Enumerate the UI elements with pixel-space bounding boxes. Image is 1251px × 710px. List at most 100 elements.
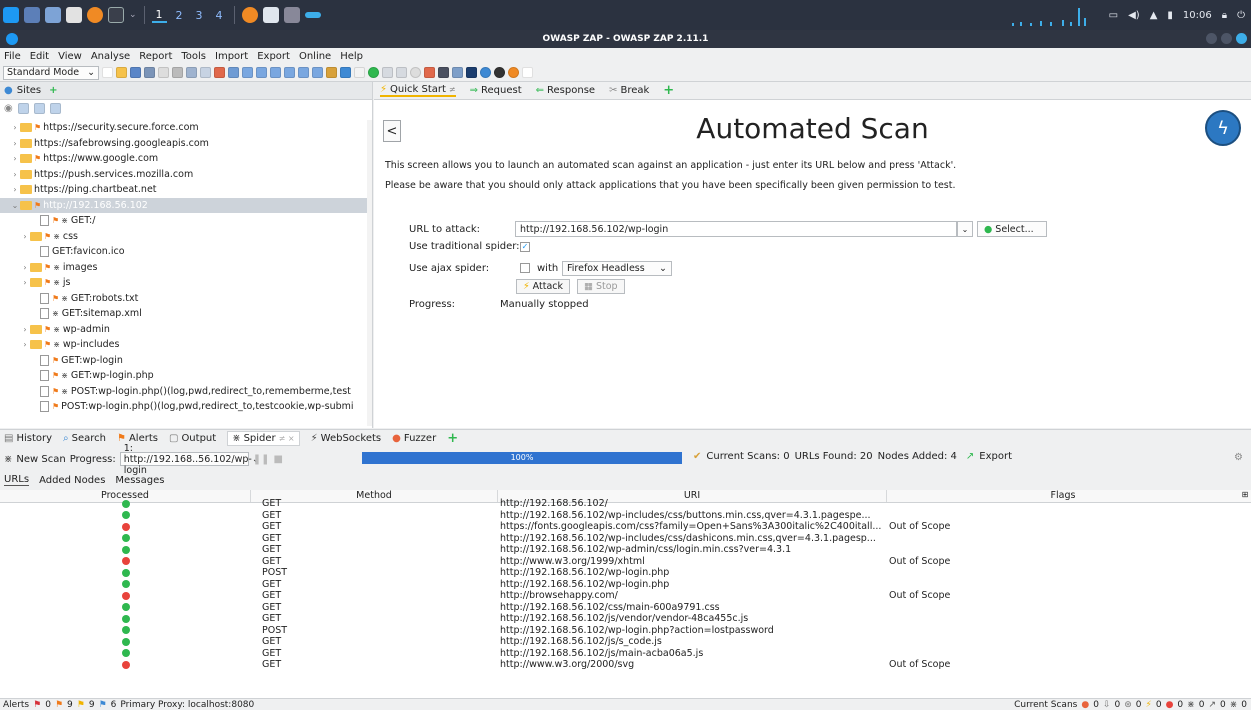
tab-quick-start[interactable]: ⚡ Quick Start ≠ — [380, 84, 456, 97]
table-row[interactable]: GET http://192.168.56.102/wp-login.php — [0, 579, 1251, 591]
options-icon[interactable] — [172, 67, 184, 78]
pause-icon[interactable]: ❚❚ — [253, 454, 270, 465]
zap-task-icon[interactable] — [283, 7, 300, 23]
tree-node[interactable]: GET:favicon.ico — [0, 244, 368, 260]
table-row[interactable]: GET http://192.168.56.102/js/main-acba06a… — [0, 648, 1251, 660]
tree-node[interactable]: ⌄ ⚑ http://192.168.56.102 — [0, 197, 368, 213]
globe-icon[interactable]: ◉ — [4, 103, 13, 114]
table-row[interactable]: GET http://192.168.56.102/css/main-600a97… — [0, 602, 1251, 614]
tab-urls[interactable]: URLs — [4, 474, 30, 486]
new-scan-button[interactable]: New Scan — [16, 454, 65, 465]
browser-select[interactable]: Firefox Headless ⌄ — [562, 261, 672, 276]
tree-node[interactable]: › ⚑ ⋇ js — [0, 275, 368, 291]
new-session-icon[interactable] — [102, 67, 114, 78]
text-editor-icon[interactable] — [66, 7, 82, 23]
stop-icon[interactable]: ■ — [274, 454, 283, 465]
expand-right-icon[interactable]: › — [20, 263, 30, 272]
layout-icon[interactable] — [186, 67, 198, 78]
tab-break[interactable]: ✂ Break — [609, 85, 649, 96]
table-row[interactable]: GET http://192.168.56.102/wp-includes/css… — [0, 533, 1251, 545]
panel-d-icon[interactable] — [284, 67, 296, 78]
save-session-icon[interactable] — [130, 67, 142, 78]
table-row[interactable]: GET http://192.168.56.102/js/vendor/vendo… — [0, 613, 1251, 625]
burp-task-icon[interactable] — [262, 7, 279, 23]
table-row[interactable]: GET https://fonts.googleapis.com/css?fami… — [0, 521, 1251, 533]
globe-icon[interactable] — [480, 67, 492, 78]
tree-node[interactable]: › ⚑ ⋇ wp-admin — [0, 322, 368, 338]
tab-search[interactable]: ⌕ Search — [63, 433, 106, 444]
tree-node[interactable]: › ⚑ ⋇ images — [0, 260, 368, 276]
break-on-icon[interactable] — [368, 67, 380, 78]
scrollbar[interactable] — [367, 120, 372, 426]
volume-icon[interactable]: ◀) — [1128, 10, 1140, 21]
menu-help[interactable]: Help — [340, 51, 363, 62]
table-row[interactable]: GET http://www.w3.org/1999/xhtml Out of Sc… — [0, 556, 1251, 568]
record-icon[interactable] — [494, 67, 506, 78]
maximize-button[interactable] — [1221, 33, 1232, 44]
menu-report[interactable]: Report — [139, 51, 172, 62]
tab-history[interactable]: ▤ History — [4, 433, 52, 444]
attack-button[interactable]: ⚡ Attack — [516, 279, 570, 294]
layout-split-icon[interactable] — [214, 67, 226, 78]
export-button[interactable]: Export — [979, 451, 1012, 462]
show-desktop-icon[interactable] — [24, 7, 40, 23]
show-tabs-icon[interactable] — [228, 67, 240, 78]
expand-right-icon[interactable]: › — [10, 123, 20, 132]
add-tab-icon[interactable]: + — [663, 83, 674, 98]
expand-right-icon[interactable]: › — [10, 185, 20, 194]
tab-request[interactable]: ⇒ Request — [470, 85, 522, 96]
tree-node[interactable]: ⚑ ⋇ GET:wp-login.php — [0, 368, 368, 384]
url-dropdown-button[interactable]: ⌄ — [957, 221, 973, 237]
window-list-icon[interactable]: ▭ — [1109, 10, 1118, 21]
table-row[interactable]: POST http://192.168.56.102/wp-login.php?a… — [0, 625, 1251, 637]
continue-icon[interactable] — [396, 67, 408, 78]
context-icon[interactable] — [33, 102, 45, 114]
notification-icon[interactable]: ▲ — [1150, 10, 1158, 21]
lock-icon[interactable]: 🔒︎ — [1222, 10, 1227, 21]
stop-button[interactable]: ▦ Stop — [577, 279, 625, 294]
tab-response[interactable]: ⇐ Response — [536, 85, 595, 96]
table-row[interactable]: GET http://192.168.56.102/wp-admin/css/lo… — [0, 544, 1251, 556]
logout-icon[interactable]: ⏻ — [1237, 10, 1245, 21]
tree-node[interactable]: › ⚑ https://www.google.com — [0, 151, 368, 167]
menu-online[interactable]: Online — [299, 51, 331, 62]
workspace-2[interactable]: 2 — [172, 9, 187, 22]
tree-node[interactable]: › https://push.services.mozilla.com — [0, 167, 368, 183]
menu-file[interactable]: File — [4, 51, 21, 62]
open-session-icon[interactable] — [116, 67, 128, 78]
zap-app-icon[interactable] — [6, 33, 18, 45]
menu-edit[interactable]: Edit — [30, 51, 49, 62]
session-properties-icon[interactable] — [158, 67, 170, 78]
expand-right-icon[interactable]: › — [10, 154, 20, 163]
firefox-icon[interactable] — [87, 7, 103, 23]
expand-down-icon[interactable]: ⌄ — [10, 201, 20, 210]
expand-right-icon[interactable]: › — [20, 278, 30, 287]
menu-view[interactable]: View — [58, 51, 82, 62]
menu-export[interactable]: Export — [257, 51, 290, 62]
close-x-icon[interactable] — [424, 67, 436, 78]
scope-icon[interactable] — [17, 102, 29, 114]
new-window-icon[interactable] — [522, 67, 534, 78]
ajax-spider-checkbox[interactable] — [520, 263, 530, 273]
scripts-icon[interactable] — [452, 67, 464, 78]
add-tab-icon[interactable]: + — [447, 431, 458, 446]
add-icon[interactable]: + — [49, 85, 57, 96]
clock[interactable]: 10:06 — [1183, 10, 1212, 21]
tab-added-nodes[interactable]: Added Nodes — [39, 475, 105, 486]
panel-c-icon[interactable] — [270, 67, 282, 78]
table-row[interactable]: POST http://192.168.56.102/wp-login.php — [0, 567, 1251, 579]
snapshot-icon[interactable] — [144, 67, 156, 78]
table-row[interactable]: GET http://192.168.56.102/ — [0, 498, 1251, 510]
workspace-1[interactable]: 1 — [151, 8, 167, 23]
workspace-3[interactable]: 3 — [192, 9, 207, 22]
expand-right-icon[interactable]: › — [20, 325, 30, 334]
tree-node[interactable]: › https://safebrowsing.googleapis.com — [0, 136, 368, 152]
tab-messages[interactable]: Messages — [115, 475, 164, 486]
tab-websockets[interactable]: ⚡ WebSockets — [311, 433, 382, 444]
tree-node[interactable]: ⚑ GET:wp-login — [0, 353, 368, 369]
tree-node[interactable]: ⚑ ⋇ GET:/ — [0, 213, 368, 229]
table-row[interactable]: GET http://192.168.56.102/wp-includes/css… — [0, 510, 1251, 522]
app-launcher-icon[interactable] — [3, 7, 19, 23]
firefox-task-icon[interactable] — [241, 7, 258, 23]
pin-icon[interactable]: ≠ — [449, 85, 456, 94]
